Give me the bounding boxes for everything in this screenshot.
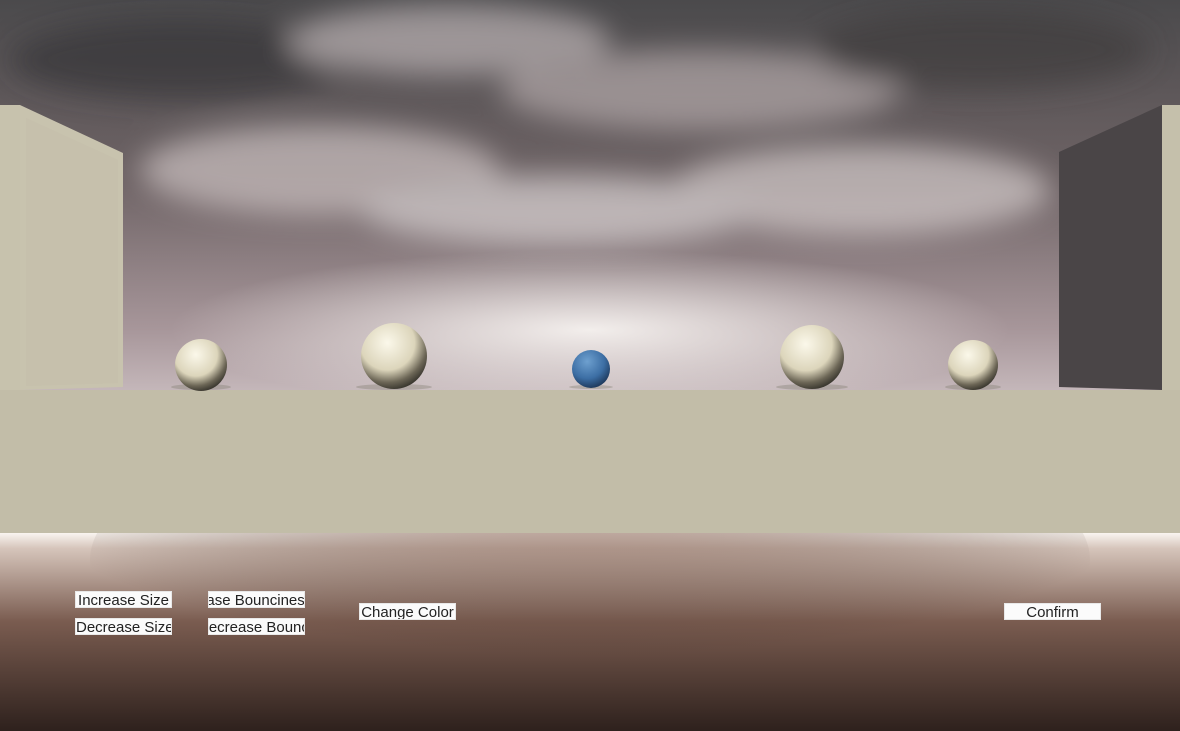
ball-selected-blue xyxy=(572,350,610,388)
ball-4 xyxy=(780,325,844,389)
ball-1 xyxy=(175,339,227,391)
right-wall-side xyxy=(1059,105,1162,390)
left-wall-front xyxy=(0,105,20,390)
decrease-size-button[interactable]: Decrease Size xyxy=(75,618,172,635)
game-scene xyxy=(0,0,1180,731)
decrease-bounciness-button[interactable]: Decrease Bounciness xyxy=(208,618,305,635)
decrease-bounciness-label: Decrease Bounciness xyxy=(208,619,305,635)
increase-bounciness-button[interactable]: Increase Bounciness xyxy=(208,591,305,608)
increase-size-button[interactable]: Increase Size xyxy=(75,591,172,608)
increase-bounciness-label: Increase Bounciness xyxy=(209,592,305,608)
right-wall-front xyxy=(1162,105,1180,390)
confirm-button[interactable]: Confirm xyxy=(1004,603,1101,620)
platform-front xyxy=(0,390,1180,533)
change-color-button[interactable]: Change Color xyxy=(359,603,456,620)
ball-5 xyxy=(948,340,998,390)
ball-2 xyxy=(361,323,427,389)
increase-bounciness-overflow xyxy=(168,591,208,608)
